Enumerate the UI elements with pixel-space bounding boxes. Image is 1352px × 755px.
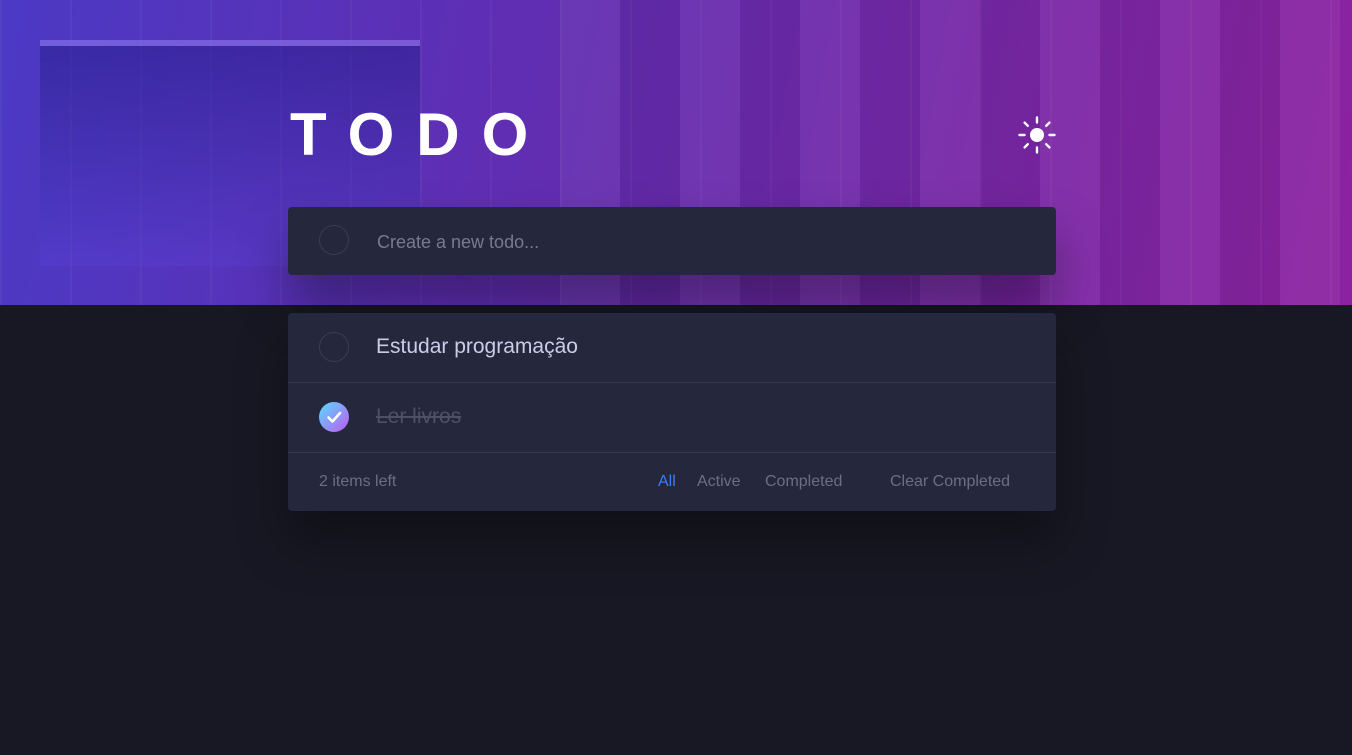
- filter-completed[interactable]: Completed: [765, 473, 842, 491]
- theme-toggle-button[interactable]: [1018, 116, 1056, 154]
- filter-all[interactable]: All: [658, 473, 676, 491]
- sun-icon: [1018, 116, 1056, 154]
- checkmark-icon: [327, 411, 342, 423]
- todo-text: Ler livros: [376, 405, 462, 428]
- todo-checked-circle[interactable]: [319, 402, 349, 432]
- items-left-count: 2 items left: [319, 473, 397, 490]
- todo-check-circle[interactable]: [319, 332, 349, 362]
- new-todo-input[interactable]: [375, 221, 1019, 263]
- clear-completed-button[interactable]: Clear Completed: [890, 473, 1010, 491]
- app-title: TODO: [290, 101, 551, 168]
- todo-footer: 2 items left All Active Completed Clear …: [288, 453, 1056, 511]
- new-todo-bar: [288, 207, 1056, 275]
- filter-active[interactable]: Active: [697, 473, 741, 491]
- todo-list: Estudar programação Ler livros 2 items l…: [288, 313, 1056, 511]
- todo-item-completed[interactable]: Ler livros: [288, 383, 1056, 453]
- app-header: TODO: [288, 100, 1056, 170]
- new-todo-check-circle[interactable]: [319, 225, 349, 255]
- todo-item[interactable]: Estudar programação: [288, 313, 1056, 383]
- todo-text: Estudar programação: [376, 335, 578, 358]
